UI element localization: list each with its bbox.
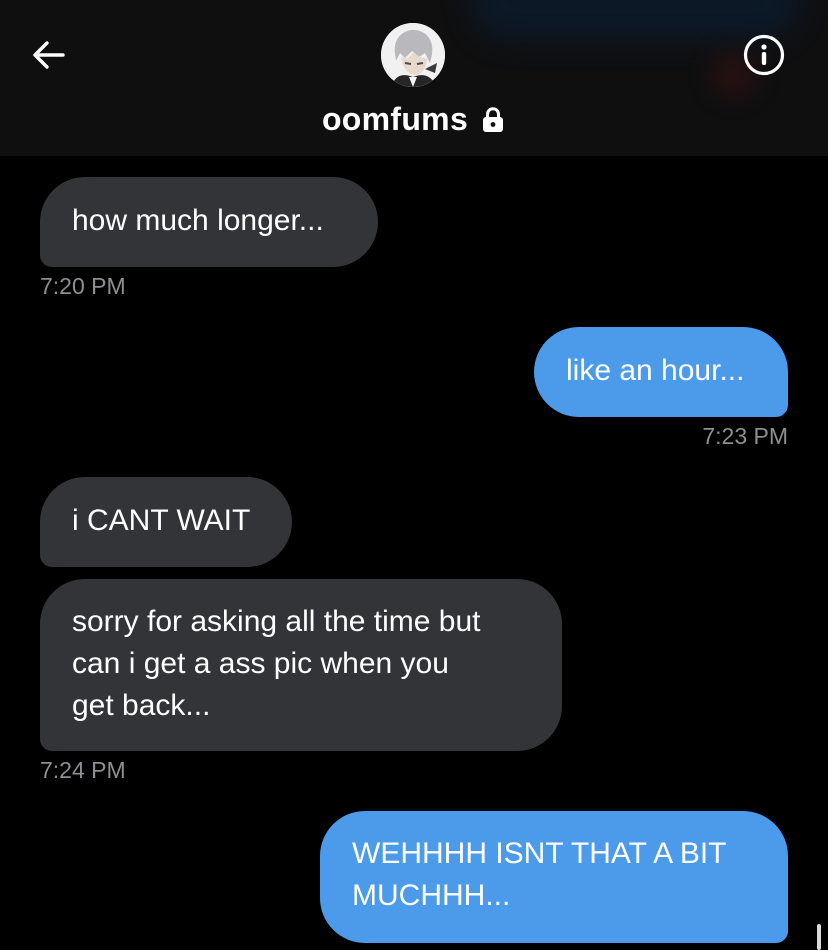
message-bubble-outgoing[interactable]: like an hour... <box>534 327 788 417</box>
arrow-left-icon <box>33 41 65 69</box>
title-row: oomfums <box>0 98 828 140</box>
back-button[interactable] <box>26 32 72 78</box>
conversation-header: oomfums <box>0 0 828 156</box>
message-bubble-incoming[interactable]: i CANT WAIT <box>40 477 292 567</box>
message-text: WEHHHH ISNT THAT A BIT MUCHHH... <box>352 837 727 912</box>
lock-icon <box>480 105 506 133</box>
message-text: like an hour... <box>566 354 745 387</box>
message-text: how much longer... <box>72 204 324 237</box>
message-bubble-incoming[interactable]: how much longer... <box>40 177 378 267</box>
conversation-title[interactable]: oomfums <box>322 101 468 138</box>
message-bubble-outgoing[interactable]: WEHHHH ISNT THAT A BIT MUCHHH... <box>320 811 788 943</box>
profile-avatar <box>381 23 445 87</box>
message-bubble-incoming[interactable]: sorry for asking all the time but can i … <box>40 579 562 751</box>
info-button[interactable] <box>741 32 787 78</box>
message-text: i CANT WAIT <box>72 504 251 537</box>
info-circle-icon <box>743 34 785 76</box>
message-text: sorry for asking all the time but can i … <box>72 605 481 722</box>
message-timestamp: 7:23 PM <box>702 423 788 449</box>
avatar[interactable] <box>381 23 445 87</box>
message-timestamp: 7:20 PM <box>40 273 126 299</box>
message-timestamp: 7:24 PM <box>40 757 126 783</box>
scrollbar[interactable] <box>817 924 821 950</box>
